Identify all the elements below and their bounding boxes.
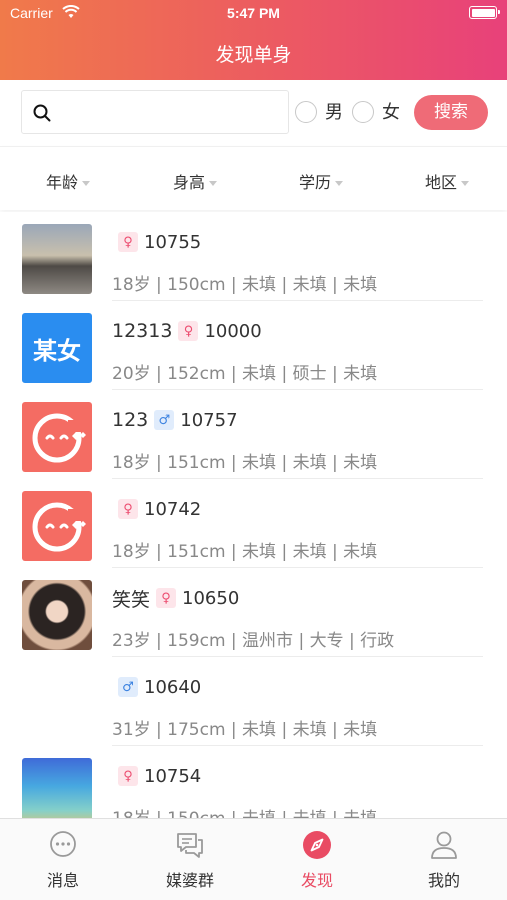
user-details: 23岁 | 159cm | 温州市 | 大专 | 行政 xyxy=(112,631,395,651)
avatar xyxy=(22,402,92,472)
filter-height[interactable]: 身高 xyxy=(173,169,218,192)
smiley-avatar-icon xyxy=(32,413,86,463)
search-button[interactable]: 搜索 xyxy=(414,95,488,130)
battery-icon xyxy=(469,6,500,19)
user-nickname: 12313 xyxy=(112,320,173,342)
avatar xyxy=(22,224,92,294)
user-name-line: ♀ 10755 xyxy=(112,228,201,256)
user-row[interactable]: ♀ 10754 18岁 | 150cm | 未填 | 未填 | 未填 xyxy=(0,746,507,818)
user-name-line: 12313 ♀ 10000 xyxy=(112,317,262,345)
gender-male-radio[interactable] xyxy=(295,101,317,123)
dropdown-caret-icon xyxy=(461,181,470,186)
search-input[interactable] xyxy=(60,97,280,127)
dropdown-caret-icon xyxy=(82,181,91,186)
user-name-line: ♀ 10742 xyxy=(112,495,201,523)
tab-label: 媒婆群 xyxy=(165,871,214,890)
avatar xyxy=(22,491,92,561)
female-icon: ♀ xyxy=(118,766,138,786)
user-id: 10000 xyxy=(204,320,262,342)
tab-label: 消息 xyxy=(46,871,79,890)
header: Carrier 5:47 PM 发现单身 xyxy=(0,0,507,80)
user-name-line: ♂ 10640 xyxy=(112,673,201,701)
female-icon: ♀ xyxy=(156,588,177,608)
user-id: 10754 xyxy=(144,765,202,787)
user-details: 18岁 | 151cm | 未填 | 未填 | 未填 xyxy=(112,542,378,562)
tab-matchmaker-group[interactable]: 媒婆群 xyxy=(127,819,253,900)
gender-female-label: 女 xyxy=(382,102,400,123)
female-icon: ♀ xyxy=(118,232,138,252)
user-row[interactable]: 笑笑 ♀ 10650 23岁 | 159cm | 温州市 | 大专 | 行政 xyxy=(0,568,507,657)
user-id: 10755 xyxy=(144,231,202,253)
user-id: 10742 xyxy=(144,498,202,520)
filter-region[interactable]: 地区 xyxy=(425,169,470,192)
user-row[interactable]: 某女 12313 ♀ 10000 20岁 | 152cm | 未填 | 硕士 |… xyxy=(0,301,507,390)
user-id: 10650 xyxy=(182,587,240,609)
gender-female-radio[interactable] xyxy=(352,101,374,123)
tab-label: 我的 xyxy=(427,871,460,890)
filter-education[interactable]: 学历 xyxy=(299,169,344,192)
tab-messages[interactable]: 消息 xyxy=(0,819,126,900)
filter-age[interactable]: 年龄 xyxy=(46,169,91,192)
filter-height-label: 身高 xyxy=(173,173,206,192)
search-box[interactable] xyxy=(21,90,289,134)
user-name-line: ♀ 10754 xyxy=(112,762,201,790)
tab-bar: 消息 媒婆群 发现 我的 xyxy=(0,818,507,900)
dropdown-caret-icon xyxy=(335,181,344,186)
filter-region-label: 地区 xyxy=(425,173,458,192)
filter-education-label: 学历 xyxy=(299,173,332,192)
page-title: 发现单身 xyxy=(215,44,292,66)
user-id: 10640 xyxy=(144,676,202,698)
user-row[interactable]: ♂ 10640 31岁 | 175cm | 未填 | 未填 | 未填 xyxy=(0,657,507,746)
smiley-avatar-icon xyxy=(32,502,86,552)
tab-profile[interactable]: 我的 xyxy=(381,819,507,900)
user-row[interactable]: ♀ 10755 18岁 | 150cm | 未填 | 未填 | 未填 xyxy=(0,212,507,301)
dropdown-caret-icon xyxy=(209,181,218,186)
status-bar: Carrier 5:47 PM xyxy=(0,0,507,28)
avatar: 某女 xyxy=(22,313,92,383)
user-nickname: 123 xyxy=(112,409,149,431)
user-name-line: 笑笑 ♀ 10650 xyxy=(112,584,239,612)
tab-discover[interactable]: 发现 xyxy=(254,819,380,900)
chat-bubble-icon xyxy=(50,831,76,857)
search-icon xyxy=(33,104,51,122)
user-details: 18岁 | 150cm | 未填 | 未填 | 未填 xyxy=(112,804,377,818)
user-id: 10757 xyxy=(180,409,238,431)
user-list: ♀ 10755 18岁 | 150cm | 未填 | 未填 | 未填 某女 12… xyxy=(0,212,507,818)
group-chat-icon xyxy=(177,833,203,858)
male-icon: ♂ xyxy=(154,410,175,430)
filter-age-label: 年龄 xyxy=(46,173,79,192)
user-details: 18岁 | 150cm | 未填 | 未填 | 未填 xyxy=(112,275,378,295)
status-time: 5:47 PM xyxy=(227,5,280,21)
user-name-line: 123 ♂ 10757 xyxy=(112,406,238,434)
compass-icon xyxy=(303,831,331,859)
user-details: 31岁 | 175cm | 未填 | 未填 | 未填 xyxy=(112,720,378,740)
user-details: 20岁 | 152cm | 未填 | 硕士 | 未填 xyxy=(112,364,378,384)
avatar xyxy=(22,580,92,650)
user-row[interactable]: ♀ 10742 18岁 | 151cm | 未填 | 未填 | 未填 xyxy=(0,479,507,568)
user-nickname: 笑笑 xyxy=(112,588,151,611)
gender-male-label: 男 xyxy=(325,102,343,123)
user-row[interactable]: 123 ♂ 10757 18岁 | 151cm | 未填 | 未填 | 未填 xyxy=(0,390,507,479)
filter-bar: 年龄 身高 学历 地区 xyxy=(0,146,507,210)
user-details: 18岁 | 151cm | 未填 | 未填 | 未填 xyxy=(112,453,378,473)
tab-label: 发现 xyxy=(300,871,333,890)
female-icon: ♀ xyxy=(118,499,138,519)
search-row: 男 女 搜索 xyxy=(0,80,507,146)
female-icon: ♀ xyxy=(178,321,199,341)
avatar xyxy=(22,758,92,818)
male-icon: ♂ xyxy=(118,677,138,697)
person-icon xyxy=(431,831,457,859)
